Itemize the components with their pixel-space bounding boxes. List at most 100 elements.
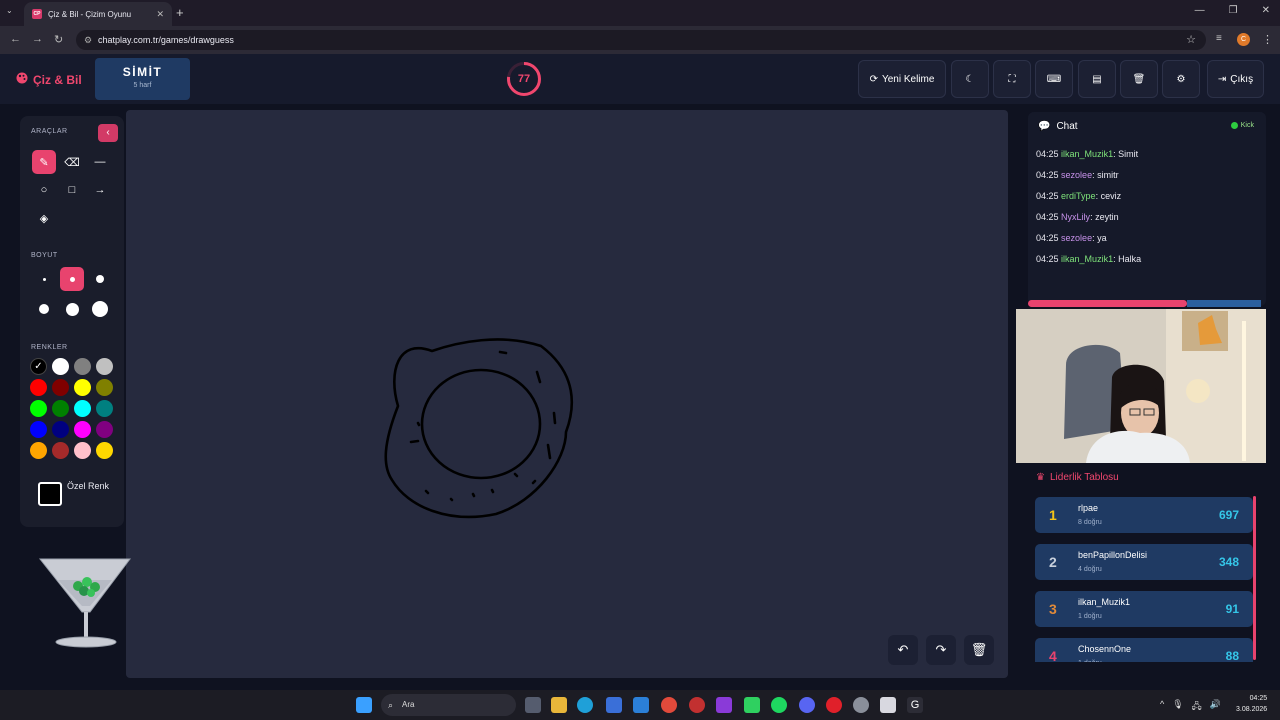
tab-search-icon[interactable]: ⌄ (6, 6, 13, 15)
archive-button[interactable]: ▤ (1078, 60, 1116, 98)
keyboard-button[interactable]: ⌨ (1035, 60, 1073, 98)
color-swatch[interactable] (52, 400, 69, 417)
network-icon[interactable]: 🖧 (1192, 699, 1202, 715)
edge-icon[interactable] (577, 697, 593, 713)
browser-tab[interactable]: CP Çiz & Bil - Çizim Oyunu ✕ (24, 2, 172, 26)
leaderboard-row[interactable]: 4 ChosennOne 1 doğru 88 (1035, 638, 1253, 662)
opera-icon[interactable] (826, 697, 842, 713)
size-2-button[interactable] (60, 267, 84, 291)
maximize-icon[interactable]: ❐ (1229, 5, 1238, 16)
volume-icon[interactable]: 🔊 (1210, 699, 1221, 715)
player-name: rlpae (1078, 503, 1099, 513)
pencil-tool[interactable]: ✎ (32, 150, 56, 174)
color-swatch[interactable] (74, 358, 91, 375)
back-icon[interactable]: ← (10, 33, 21, 45)
size-5-button[interactable] (60, 297, 84, 321)
color-swatch[interactable] (96, 358, 113, 375)
chrome-icon[interactable] (661, 697, 677, 713)
notepad-icon[interactable] (880, 697, 896, 713)
redo-button[interactable]: ↷ (926, 635, 956, 665)
chat-messages[interactable]: 04:25 @ChatPlay: @rlpae "simit" kelimesi… (1036, 126, 1258, 273)
color-swatch[interactable] (30, 400, 47, 417)
profile-avatar[interactable]: C (1237, 33, 1250, 46)
chevron-up-icon[interactable]: ^ (1160, 699, 1164, 715)
store-icon[interactable] (606, 697, 622, 713)
color-swatch[interactable] (96, 379, 113, 396)
close-tab-icon[interactable]: ✕ (156, 9, 164, 20)
app-logo[interactable]: Çiz & Bil (16, 72, 82, 87)
message-user[interactable]: sezolee (1061, 170, 1092, 180)
line-tool[interactable]: — (88, 150, 112, 174)
new-word-button[interactable]: ⟳ Yeni Kelime (858, 60, 946, 98)
settings-button[interactable]: ⚙ (1162, 60, 1200, 98)
play-app-icon[interactable] (744, 697, 760, 713)
color-swatch[interactable] (52, 358, 69, 375)
color-swatch[interactable] (74, 379, 91, 396)
minimize-icon[interactable]: — (1195, 5, 1205, 16)
taskbar-search[interactable]: ⌕ Ara (381, 694, 516, 716)
color-swatch[interactable]: ✓ (30, 358, 47, 375)
color-swatch[interactable] (96, 400, 113, 417)
size-6-button[interactable] (88, 297, 112, 321)
fill-tool[interactable]: ◈ (32, 206, 56, 230)
task-view-icon[interactable] (525, 697, 541, 713)
leaderboard-row[interactable]: 3 ilkan_Muzik1 1 doğru 91 (1035, 591, 1253, 627)
extensions-icon[interactable]: ≡ (1216, 33, 1222, 44)
forward-icon[interactable]: → (32, 33, 43, 45)
size-1-button[interactable] (32, 267, 56, 291)
taskbar-clock[interactable]: 04:25 3.08.2026 (1236, 693, 1267, 715)
clear-button[interactable]: 🗑 (1120, 60, 1158, 98)
close-window-icon[interactable]: ✕ (1262, 5, 1270, 16)
color-swatch[interactable] (52, 421, 69, 438)
microphone-icon[interactable]: 🎙 (1172, 699, 1183, 715)
new-tab-icon[interactable]: + (176, 5, 184, 20)
url-field[interactable]: ⚙ chatplay.com.tr/games/drawguess ☆ (76, 30, 1206, 50)
leaderboard-row[interactable]: 2 benPapillonDelisi 4 doğru 348 (1035, 544, 1253, 580)
theme-toggle-button[interactable]: ☾ (951, 60, 989, 98)
color-swatch[interactable] (30, 421, 47, 438)
arrow-tool[interactable]: → (88, 178, 112, 202)
video-app-icon[interactable] (716, 697, 732, 713)
record-app-icon[interactable] (689, 697, 705, 713)
reload-icon[interactable]: ↻ (54, 33, 63, 46)
color-swatch[interactable] (30, 379, 47, 396)
size-3-button[interactable] (88, 267, 112, 291)
leaderboard-scrollbar[interactable] (1253, 496, 1256, 660)
eraser-tool[interactable]: ⌫ (60, 150, 84, 174)
message-user[interactable]: ilkan_Muzik1 (1061, 149, 1113, 159)
color-swatch[interactable] (96, 442, 113, 459)
color-swatch[interactable] (52, 442, 69, 459)
color-swatch[interactable] (96, 421, 113, 438)
drawing-canvas[interactable] (126, 110, 1008, 678)
color-swatch[interactable] (52, 379, 69, 396)
message-user[interactable]: sezolee (1061, 233, 1092, 243)
player-name: benPapillonDelisi (1078, 550, 1148, 560)
app-g-icon[interactable]: G (907, 697, 923, 713)
color-swatch[interactable] (74, 421, 91, 438)
bookmark-star-icon[interactable]: ☆ (1186, 30, 1196, 50)
color-swatch[interactable] (30, 442, 47, 459)
message-user[interactable]: NyxLily (1061, 212, 1090, 222)
color-swatch[interactable] (74, 442, 91, 459)
file-explorer-icon[interactable] (551, 697, 567, 713)
fullscreen-button[interactable]: ⛶ (993, 60, 1031, 98)
color-swatch[interactable] (74, 400, 91, 417)
discord-icon[interactable] (799, 697, 815, 713)
steam-icon[interactable] (853, 697, 869, 713)
message-user[interactable]: erdiType (1061, 191, 1096, 201)
size-4-button[interactable] (32, 297, 56, 321)
circle-tool[interactable]: ○ (32, 178, 56, 202)
spotify-icon[interactable] (771, 697, 787, 713)
exit-button[interactable]: ⇥ Çıkış (1207, 60, 1264, 98)
mail-icon[interactable] (633, 697, 649, 713)
undo-button[interactable]: ↶ (888, 635, 918, 665)
site-info-icon[interactable]: ⚙ (84, 30, 92, 50)
collapse-panel-button[interactable]: ‹ (98, 124, 118, 142)
message-user[interactable]: ilkan_Muzik1 (1061, 254, 1113, 264)
clear-canvas-button[interactable]: 🗑 (964, 635, 994, 665)
windows-start-icon[interactable] (356, 697, 372, 713)
rectangle-tool[interactable]: □ (60, 178, 84, 202)
custom-color-swatch[interactable] (38, 482, 62, 506)
browser-menu-icon[interactable]: ⋮ (1262, 33, 1273, 46)
leaderboard-row[interactable]: 1 rlpae 8 doğru 697 (1035, 497, 1253, 533)
